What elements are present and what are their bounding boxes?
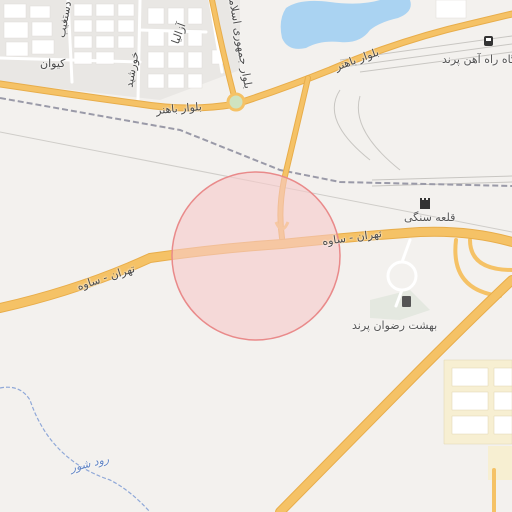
castle-icon[interactable] [420, 198, 430, 209]
ghale-sangi-label: قلعه سنگی [404, 211, 456, 224]
lake [280, 0, 411, 49]
highlight-circle[interactable] [171, 171, 341, 341]
behesht-rezvan-label: بهشت رضوان پرند [352, 319, 438, 332]
train-station-icon[interactable] [484, 36, 493, 46]
roundabout [226, 92, 246, 112]
map-view[interactable]: تهران - ساوه تهران - ساوه بلوار باهنر بل… [0, 0, 512, 512]
cemetery-icon[interactable] [402, 296, 411, 307]
map-canvas[interactable] [0, 0, 512, 512]
kiyan-label: کیوان [40, 57, 66, 70]
industrial-area [443, 359, 512, 480]
rah-ahan-label: ایستگاه راه آهن پرند [442, 53, 512, 66]
river [0, 386, 151, 512]
